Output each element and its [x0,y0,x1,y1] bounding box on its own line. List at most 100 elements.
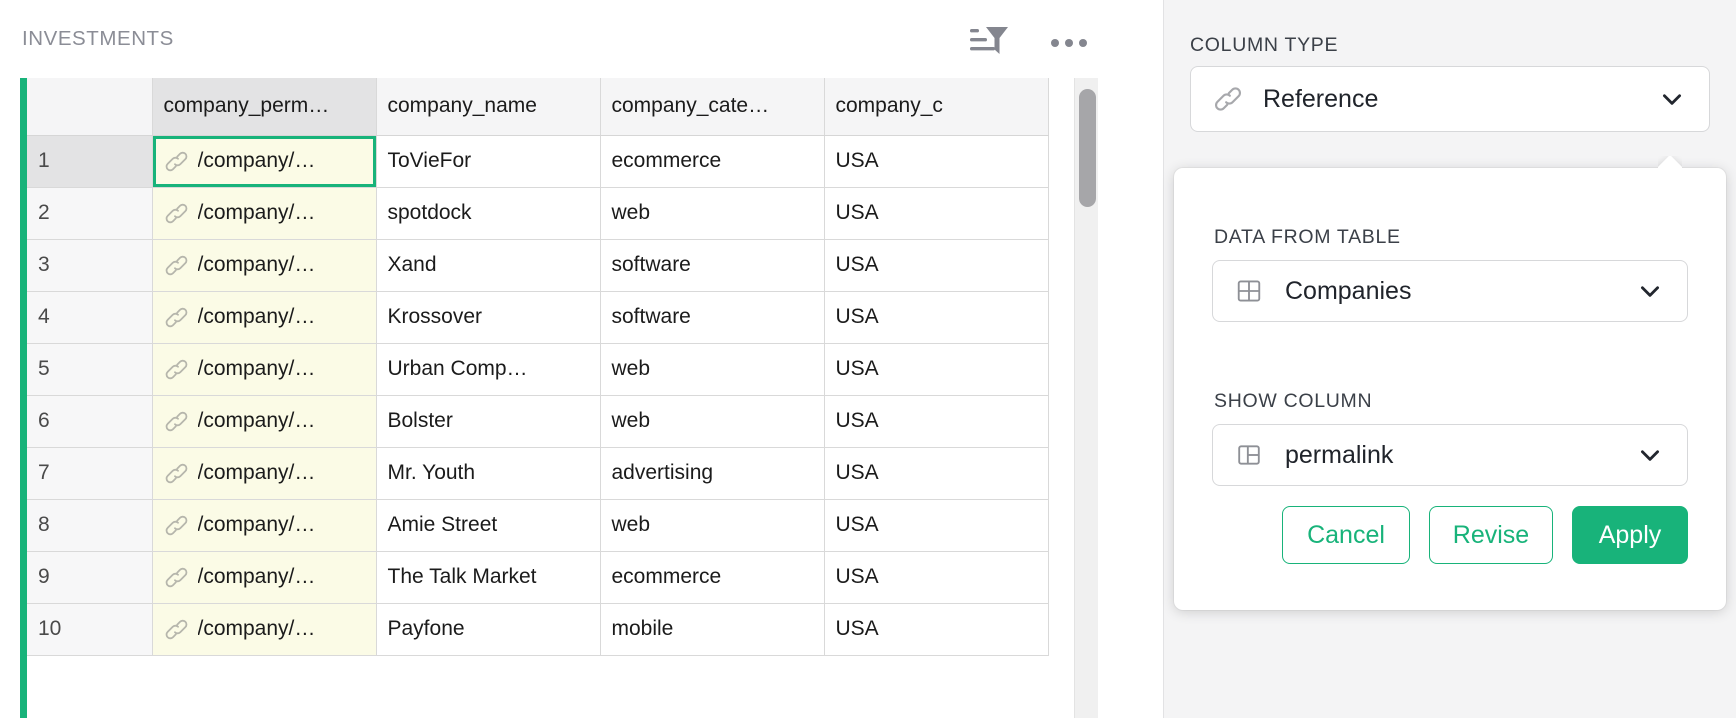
cell-company-permalink[interactable]: /company/… [152,499,376,551]
cell-company-category[interactable]: ecommerce [600,135,824,187]
cell-company-permalink[interactable]: /company/… [152,603,376,655]
cell-company-permalink[interactable]: /company/… [152,395,376,447]
table-row[interactable]: 6/company/…BolsterwebUSA [27,395,1048,447]
table-row[interactable]: 9/company/…The Talk MarketecommerceUSA [27,551,1048,603]
row-number[interactable]: 10 [27,603,152,655]
cell-company-country[interactable]: USA [824,187,1048,239]
row-number[interactable]: 1 [27,135,152,187]
table-row[interactable]: 10/company/… PayfonemobileUSA [27,603,1048,655]
cell-company-category[interactable]: advertising [600,447,824,499]
link-icon [164,617,189,642]
grid-pane: INVESTMENTS [0,0,1162,718]
revise-button[interactable]: Revise [1429,506,1553,564]
cell-company-name[interactable]: spotdock [376,187,600,239]
cell-company-permalink[interactable]: /company/… [152,187,376,239]
cell-company-name[interactable]: Amie Street [376,499,600,551]
column-header-rownum[interactable] [27,78,152,135]
cell-company-country[interactable]: USA [824,135,1048,187]
table-row[interactable]: 3/company/…XandsoftwareUSA [27,239,1048,291]
page-title: INVESTMENTS [22,27,174,51]
cell-value: /company/… [198,617,316,641]
cell-value: /company/… [198,461,316,485]
column-settings-panel: COLUMN TYPE Reference DATA FROM TABLE [1163,0,1736,718]
table-row[interactable]: 5/company/… Urban Comp…webUSA [27,343,1048,395]
row-number[interactable]: 5 [27,343,152,395]
cell-company-permalink[interactable]: /company/… [152,447,376,499]
row-number[interactable]: 2 [27,187,152,239]
link-icon [164,149,189,174]
cell-company-category[interactable]: mobile [600,603,824,655]
cell-company-category[interactable]: software [600,291,824,343]
column-header-company-permalink[interactable]: company_perm… [152,78,376,135]
cell-value: /company/… [198,149,316,173]
data-from-table-select[interactable]: Companies [1212,260,1688,322]
column-header-company-name[interactable]: company_name [376,78,600,135]
cell-company-country[interactable]: USA [824,291,1048,343]
link-icon [164,409,189,434]
grid-body: 1/company/…ToVieForecommerceUSA2/company… [27,135,1048,655]
cell-company-country[interactable]: USA [824,499,1048,551]
row-number[interactable]: 8 [27,499,152,551]
cell-company-name[interactable]: Xand [376,239,600,291]
cell-company-name[interactable]: ToVieFor [376,135,600,187]
show-column-select[interactable]: permalink [1212,424,1688,486]
table-row[interactable]: 2/company/…spotdockwebUSA [27,187,1048,239]
link-icon [164,513,189,538]
cell-value: /company/… [198,305,316,329]
cell-company-permalink[interactable]: /company/… [152,551,376,603]
cell-company-category[interactable]: web [600,187,824,239]
row-number[interactable]: 6 [27,395,152,447]
cell-company-category[interactable]: web [600,499,824,551]
column-header-company-category[interactable]: company_cate… [600,78,824,135]
cell-company-name[interactable]: Mr. Youth [376,447,600,499]
cell-company-name[interactable]: Bolster [376,395,600,447]
row-number[interactable]: 3 [27,239,152,291]
column-type-select[interactable]: Reference [1190,66,1710,132]
apply-button[interactable]: Apply [1572,506,1688,564]
link-icon [164,357,189,382]
column-header-company-country[interactable]: company_c [824,78,1048,135]
data-from-table-label: DATA FROM TABLE [1214,226,1401,249]
column-icon [1235,441,1263,469]
cell-company-country[interactable]: USA [824,239,1048,291]
cell-company-category[interactable]: web [600,395,824,447]
cell-company-permalink[interactable]: /company/… [152,135,376,187]
row-number[interactable]: 4 [27,291,152,343]
cell-company-category[interactable]: software [600,239,824,291]
table-row[interactable]: 7/company/… Mr. YouthadvertisingUSA [27,447,1048,499]
cell-company-permalink[interactable]: /company/… [152,239,376,291]
cell-company-country[interactable]: USA [824,395,1048,447]
cancel-button[interactable]: Cancel [1282,506,1410,564]
table-row[interactable]: 8/company/… Amie StreetwebUSA [27,499,1048,551]
cell-company-name[interactable]: The Talk Market [376,551,600,603]
cell-company-category[interactable]: ecommerce [600,551,824,603]
table-row[interactable]: 1/company/… ToVieForecommerceUSA [27,135,1048,187]
cell-company-country[interactable]: USA [824,551,1048,603]
cell-company-country[interactable]: USA [824,447,1048,499]
column-type-label: COLUMN TYPE [1190,34,1338,57]
column-type-value: Reference [1263,85,1659,114]
more-options-icon [1045,24,1093,62]
cell-company-name[interactable]: Urban Comp… [376,343,600,395]
grid-scroll-area: company_perm… company_name company_cate…… [20,78,1098,718]
chevron-down-icon [1659,86,1685,112]
cell-company-name[interactable]: Krossover [376,291,600,343]
link-icon [1213,84,1243,114]
cell-value: /company/… [198,513,316,537]
data-from-table-value: Companies [1285,277,1637,306]
cell-value: /company/… [198,357,316,381]
sort-filter-button[interactable] [966,24,1014,62]
cell-company-country[interactable]: USA [824,603,1048,655]
cell-company-country[interactable]: USA [824,343,1048,395]
cell-company-permalink[interactable]: /company/… [152,291,376,343]
link-icon [164,461,189,486]
table-row[interactable]: 4/company/… KrossoversoftwareUSA [27,291,1048,343]
more-options-button[interactable] [1045,24,1093,62]
grid-vertical-scrollbar[interactable] [1074,78,1098,718]
grid-vertical-scrollbar-thumb[interactable] [1079,89,1096,207]
cell-company-name[interactable]: Payfone [376,603,600,655]
row-number[interactable]: 9 [27,551,152,603]
row-number[interactable]: 7 [27,447,152,499]
cell-company-permalink[interactable]: /company/… [152,343,376,395]
cell-company-category[interactable]: web [600,343,824,395]
